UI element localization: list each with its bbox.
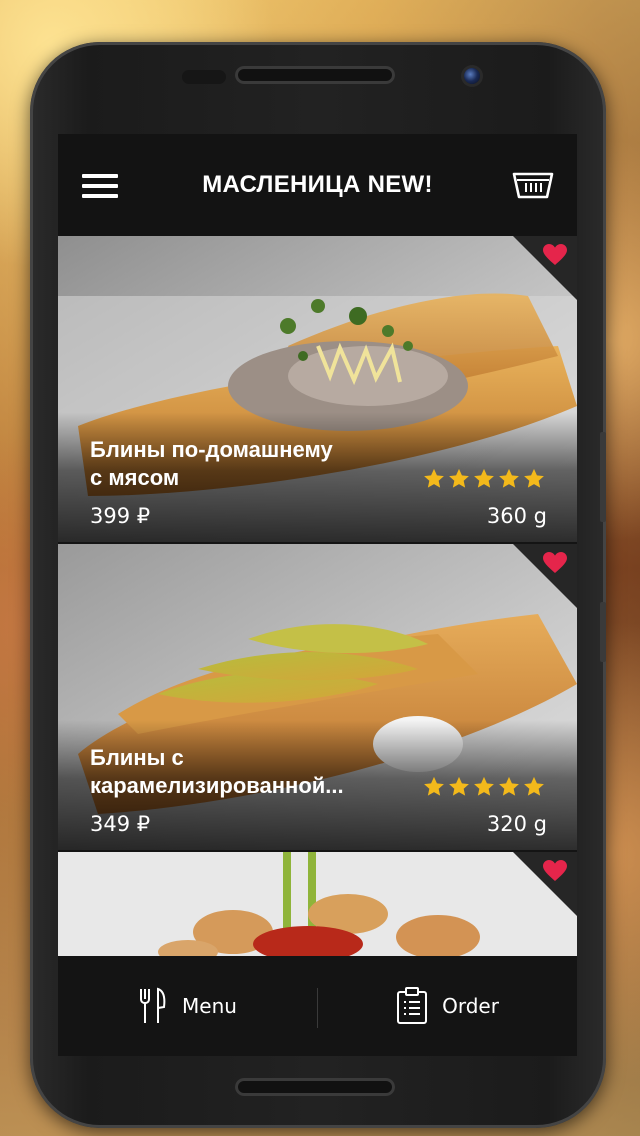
- power-button: [600, 602, 606, 662]
- dish-title-line: карамелизированной...: [90, 773, 344, 798]
- dish-card[interactable]: Блины по-домашнему с мясом 399 ₽ 360 g: [58, 236, 577, 542]
- star-icon: [524, 776, 544, 796]
- sensor: [182, 70, 226, 84]
- dish-title-line: с мясом: [90, 465, 180, 490]
- front-camera: [464, 68, 480, 84]
- dish-weight: 360 g: [486, 504, 547, 528]
- dish-title-line: Блины по-домашнему: [90, 437, 333, 462]
- dish-title-line: Блины с: [90, 745, 184, 770]
- top-bar: МАСЛЕНИЦА NEW!: [58, 134, 577, 236]
- heart-icon[interactable]: [543, 244, 567, 266]
- star-icon: [424, 776, 444, 796]
- dish-weight: 320 g: [486, 812, 547, 836]
- bottom-speaker: [235, 1078, 395, 1096]
- hamburger-icon[interactable]: [82, 174, 118, 198]
- page-title: МАСЛЕНИЦА NEW!: [202, 171, 433, 198]
- tab-order[interactable]: Order: [318, 956, 577, 1056]
- star-icon: [449, 468, 469, 488]
- app-screen: МАСЛЕНИЦА NEW! Блины по-домашнему с мясо…: [58, 134, 577, 1056]
- basket-icon[interactable]: [512, 168, 554, 200]
- tab-menu[interactable]: Menu: [58, 956, 317, 1056]
- heart-icon[interactable]: [543, 860, 567, 882]
- dish-title: Блины с карамелизированной...: [90, 744, 390, 800]
- star-icon: [424, 468, 444, 488]
- star-icon: [474, 776, 494, 796]
- clipboard-list-icon: [397, 987, 428, 1024]
- rating-stars: [423, 776, 545, 798]
- rating-stars: [423, 468, 545, 490]
- dish-card[interactable]: [58, 852, 577, 956]
- heart-icon[interactable]: [543, 552, 567, 574]
- earpiece-speaker: [235, 66, 395, 84]
- star-icon: [474, 468, 494, 488]
- star-icon: [449, 776, 469, 796]
- star-icon: [499, 776, 519, 796]
- dish-photo: [58, 852, 577, 956]
- dish-price: 349 ₽: [90, 812, 151, 836]
- tab-menu-label: Menu: [182, 994, 237, 1018]
- dish-price: 399 ₽: [90, 504, 151, 528]
- fork-knife-icon: [140, 987, 166, 1023]
- star-icon: [524, 468, 544, 488]
- star-icon: [499, 468, 519, 488]
- dish-card[interactable]: Блины с карамелизированной... 349 ₽ 320 …: [58, 544, 577, 850]
- volume-button: [600, 432, 606, 522]
- tab-order-label: Order: [442, 994, 499, 1018]
- dish-title: Блины по-домашнему с мясом: [90, 436, 390, 492]
- bottom-navigation: Menu Order: [58, 956, 577, 1056]
